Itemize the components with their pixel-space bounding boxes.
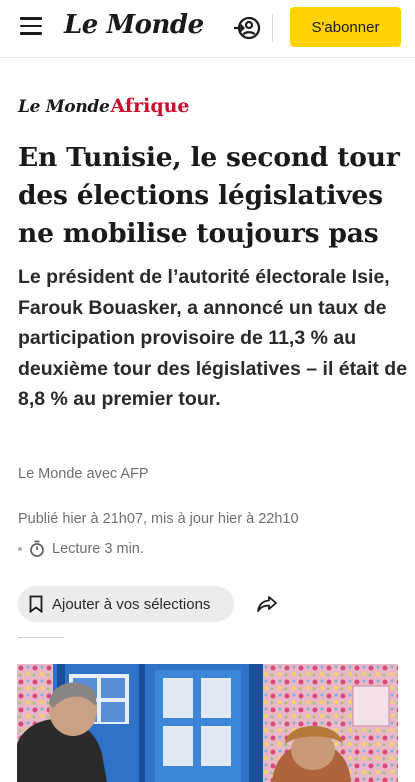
top-header: Le Monde S'abonner xyxy=(0,0,415,58)
add-to-selections-button[interactable]: Ajouter à vos sélections xyxy=(18,586,234,622)
header-divider xyxy=(272,14,273,42)
publication-dates: Publié hier à 21h07, mis à jour hier à 2… xyxy=(18,511,299,527)
article-lead: Le président de l’autorité électorale Is… xyxy=(18,266,408,410)
bookmark-icon xyxy=(29,595,43,613)
add-to-selections-label: Ajouter à vos sélections xyxy=(52,595,211,613)
reading-time-label: Lecture 3 min. xyxy=(52,540,144,557)
section-brand: Le Monde xyxy=(18,97,110,117)
article-title: En Tunisie, le second tour des élections… xyxy=(18,142,400,249)
subscribe-button[interactable]: S'abonner xyxy=(290,7,401,47)
stopwatch-icon xyxy=(30,540,44,557)
article-photo[interactable] xyxy=(17,664,398,782)
reading-time: Lecture 3 min. xyxy=(18,540,144,557)
hamburger-icon[interactable] xyxy=(20,17,42,37)
login-icon[interactable] xyxy=(233,14,261,42)
share-icon[interactable] xyxy=(255,592,279,616)
section-logo[interactable]: Le Monde Afrique xyxy=(18,95,190,117)
le-monde-logo[interactable]: Le Monde xyxy=(64,10,204,40)
section-name: Afrique xyxy=(110,95,190,117)
divider xyxy=(18,637,64,638)
article-author: Le Monde avec AFP xyxy=(18,466,149,482)
bullet-dot xyxy=(18,546,22,551)
